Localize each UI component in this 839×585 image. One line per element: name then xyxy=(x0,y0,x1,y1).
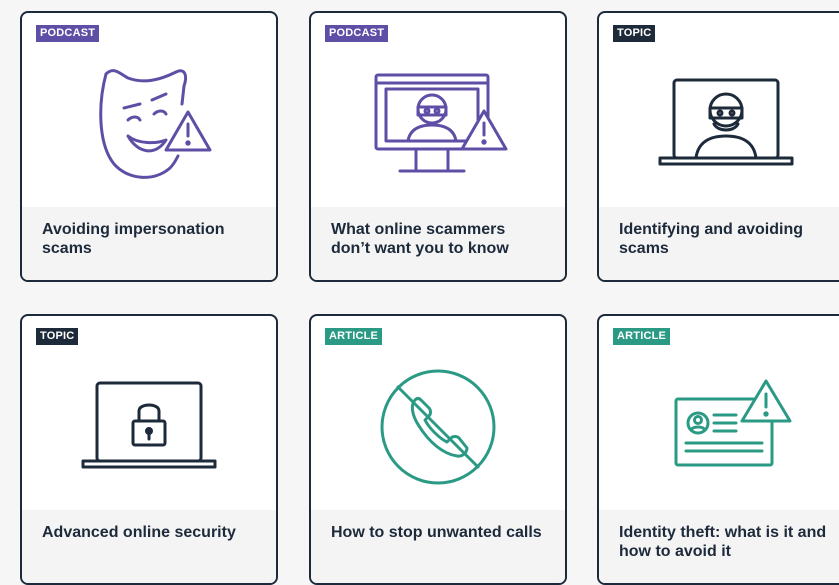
card-title[interactable]: Advanced online security xyxy=(42,523,258,542)
card-title[interactable]: Avoiding impersonation scams xyxy=(42,220,258,258)
content-type-badge: ARTICLE xyxy=(613,328,671,345)
card-avoiding-impersonation-scams[interactable]: PODCAST Avoiding impersonation scams xyxy=(20,11,278,282)
comedy-mask-warning-icon xyxy=(99,69,212,179)
content-type-badge: TOPIC xyxy=(36,328,79,345)
card-title[interactable]: Identifying and avoiding scams xyxy=(619,220,835,258)
card-identifying-and-avoiding-scams[interactable]: TOPIC Identifying and avoiding scams xyxy=(597,11,839,282)
blocked-phone-icon xyxy=(380,369,496,485)
illustration xyxy=(22,346,276,508)
card-title[interactable]: How to stop unwanted calls xyxy=(331,523,547,542)
content-type-badge: TOPIC xyxy=(613,25,656,42)
card-footer: Identifying and avoiding scams xyxy=(599,207,839,280)
card-advanced-online-security[interactable]: TOPIC Advanced online security xyxy=(20,314,278,585)
illustration xyxy=(599,346,839,508)
card-footer: How to stop unwanted calls xyxy=(311,510,565,583)
illustration xyxy=(311,346,565,508)
id-card-warning-icon xyxy=(674,379,792,467)
illustration xyxy=(599,43,839,205)
card-how-to-stop-unwanted-calls[interactable]: ARTICLE How to stop unwanted calls xyxy=(309,314,567,585)
card-footer: Identity theft: what is it and how to av… xyxy=(599,510,839,583)
card-footer: What online scammers don’t want you to k… xyxy=(311,207,565,280)
laptop-lock-icon xyxy=(81,381,217,469)
content-type-badge: PODCAST xyxy=(325,25,389,42)
content-type-badge: PODCAST xyxy=(36,25,100,42)
card-footer: Advanced online security xyxy=(22,510,276,583)
card-title[interactable]: What online scammers don’t want you to k… xyxy=(331,220,547,258)
laptop-scammer-icon xyxy=(658,78,794,166)
card-footer: Avoiding impersonation scams xyxy=(22,207,276,280)
illustration xyxy=(311,43,565,205)
card-title[interactable]: Identity theft: what is it and how to av… xyxy=(619,523,835,561)
illustration xyxy=(22,43,276,205)
card-identity-theft[interactable]: ARTICLE Identity theft: what is it and h… xyxy=(597,314,839,585)
monitor-scammer-warning-icon xyxy=(374,73,508,173)
content-type-badge: ARTICLE xyxy=(325,328,383,345)
card-what-online-scammers-dont-want-you-to-know[interactable]: PODCAST What online scammers don’t want … xyxy=(309,11,567,282)
